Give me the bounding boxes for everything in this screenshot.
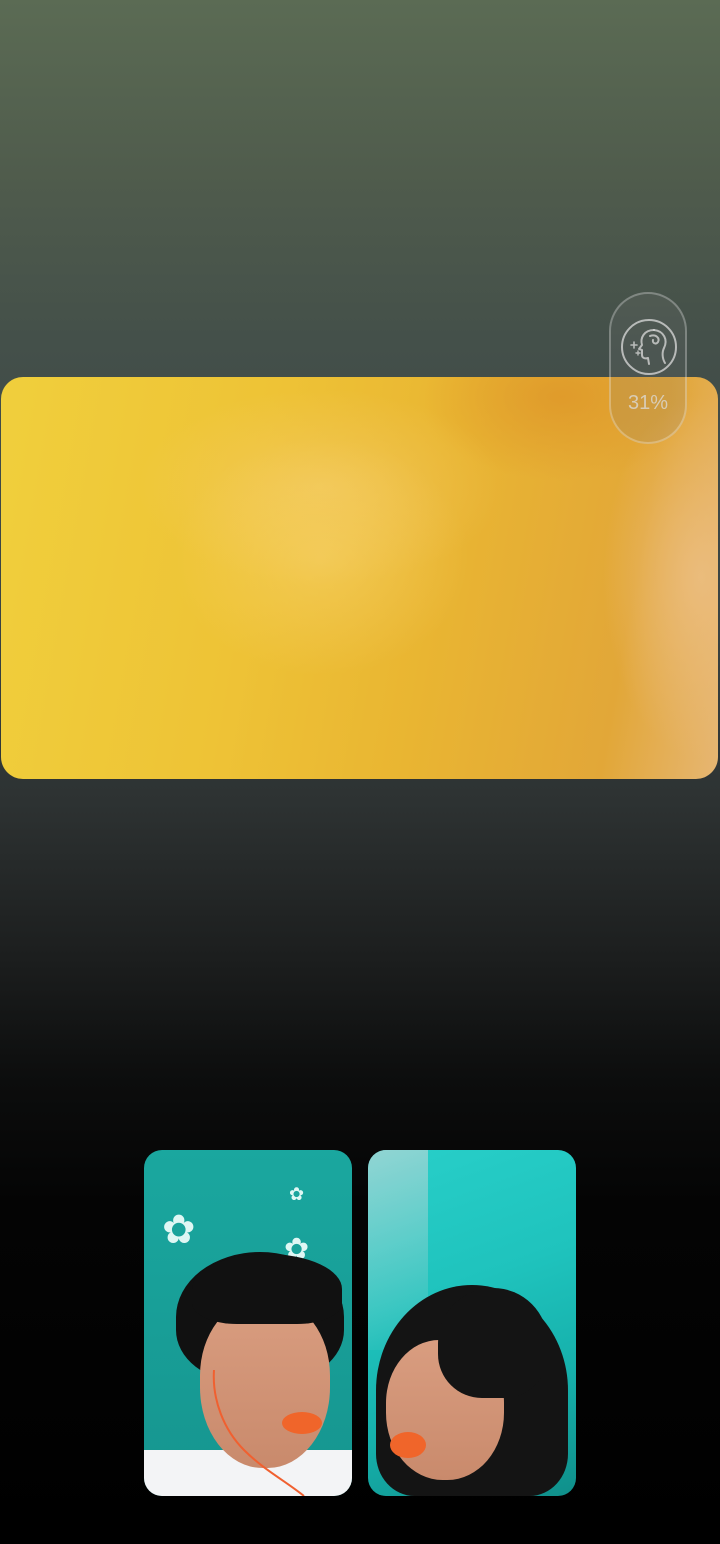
- curtain-pattern: ✿: [289, 1184, 305, 1204]
- face-beauty-icon: [621, 319, 677, 375]
- participant-thumbnail-2[interactable]: [368, 1150, 576, 1496]
- participant-2-hair-side: [438, 1288, 548, 1398]
- main-video-feed[interactable]: [1, 377, 718, 779]
- participant-1-fringe: [192, 1254, 342, 1324]
- earphone-cable: [212, 1370, 305, 1496]
- blurred-subject: [171, 437, 471, 677]
- curtain-pattern: ✿: [162, 1208, 196, 1252]
- beauty-filter-value: 31%: [627, 392, 669, 414]
- beauty-filter-toggle[interactable]: 31%: [609, 292, 687, 444]
- participant-2-tongue: [390, 1432, 426, 1458]
- participant-thumbnail-1[interactable]: ✿ ✿ ✿: [144, 1150, 352, 1496]
